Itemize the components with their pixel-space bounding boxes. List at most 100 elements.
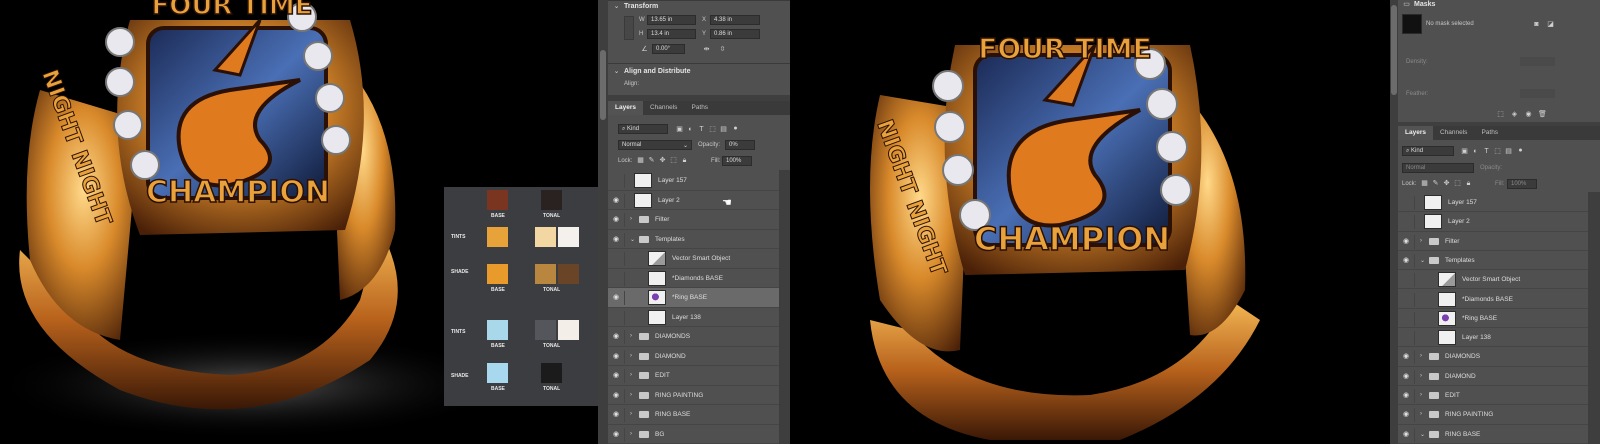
layer-row[interactable]: ◉ › DIAMOND <box>1398 367 1588 386</box>
filter-toggle-icon[interactable]: ● <box>731 124 740 133</box>
layer-row[interactable]: ◉ › Filter <box>1398 232 1588 251</box>
chevron-right-icon[interactable]: › <box>630 333 632 339</box>
apply-mask-icon[interactable]: ◈ <box>1510 110 1519 119</box>
chevron-down-icon[interactable]: ⌄ <box>612 2 621 11</box>
layer-row[interactable]: Vector Smart Object <box>608 249 779 269</box>
layer-row[interactable]: ◉ ⌄ Templates <box>1398 251 1588 271</box>
chevron-right-icon[interactable]: › <box>1420 238 1422 244</box>
layer-row[interactable]: Layer 157 <box>1398 193 1588 213</box>
visibility-toggle[interactable]: ◉ <box>1401 389 1415 403</box>
visibility-toggle[interactable]: ◉ <box>611 388 625 403</box>
visibility-toggle[interactable] <box>1401 215 1415 230</box>
mask-thumbnail[interactable] <box>1402 14 1422 34</box>
blend-mode-select-b[interactable]: Normal <box>1402 163 1474 173</box>
filter-smart-icon[interactable]: ▤ <box>719 125 728 134</box>
lock-position-icon-b[interactable]: ✥ <box>1442 179 1451 188</box>
layer-row[interactable]: Vector Smart Object <box>1398 270 1588 290</box>
fill-field-b[interactable]: 100% <box>1507 179 1537 189</box>
layers-scrollbar-b[interactable] <box>1588 192 1600 444</box>
visibility-toggle[interactable] <box>1401 196 1415 210</box>
lock-all-icon-b[interactable]: 🔒︎ <box>1464 179 1473 188</box>
layer-row[interactable]: ◉ › RING BASE <box>608 405 779 425</box>
flip-vertical-icon[interactable]: ⇳ <box>718 45 727 54</box>
eye-icon[interactable]: ◉ <box>1524 110 1533 119</box>
chevron-right-icon[interactable]: › <box>1420 411 1422 417</box>
visibility-toggle[interactable]: ◉ <box>611 291 625 305</box>
layer-row[interactable]: ◉ › EDIT <box>608 366 779 386</box>
filter-shape-icon-b[interactable]: ⬚ <box>1493 147 1502 156</box>
lock-artboard-icon-b[interactable]: ⬚ <box>1453 179 1462 188</box>
blend-mode-select[interactable]: Normal ⌄ <box>618 140 692 150</box>
layer-row[interactable]: ◉ ⌄ Templates <box>608 230 779 249</box>
visibility-toggle[interactable]: ◉ <box>611 427 625 442</box>
layer-row[interactable]: ◉ › Filter <box>608 210 779 230</box>
trash-icon[interactable]: 🗑︎ <box>1538 110 1547 119</box>
load-selection-icon[interactable]: ⬚ <box>1496 110 1505 119</box>
visibility-toggle[interactable] <box>611 271 625 286</box>
visibility-toggle[interactable]: ◉ <box>611 232 625 247</box>
visibility-toggle[interactable]: ◉ <box>1401 427 1415 442</box>
opacity-field[interactable]: 0% <box>725 140 755 150</box>
layer-row[interactable]: ◉ › DIAMONDS <box>1398 347 1588 367</box>
chevron-down-icon[interactable]: ⌄ <box>630 236 635 243</box>
layer-row[interactable]: *Ring BASE <box>1398 309 1588 329</box>
visibility-toggle[interactable]: ◉ <box>611 193 625 208</box>
layer-row[interactable]: ◉ › DIAMOND <box>608 347 779 366</box>
tab-layers-b[interactable]: Layers <box>1398 126 1433 140</box>
chevron-down-icon[interactable]: ⌄ <box>1420 431 1425 438</box>
visibility-toggle[interactable]: ◉ <box>611 408 625 422</box>
layer-row[interactable]: ◉ Layer 2 <box>608 191 779 210</box>
layer-row[interactable]: ◉ › BG <box>608 425 779 444</box>
lock-all-icon[interactable]: 🔒︎ <box>680 156 689 165</box>
chevron-right-icon[interactable]: › <box>630 431 632 437</box>
chevron-right-icon[interactable]: › <box>630 372 632 378</box>
chevron-right-icon[interactable]: › <box>630 411 632 417</box>
link-dimensions-icon[interactable] <box>624 16 634 40</box>
visibility-toggle[interactable] <box>1401 311 1415 326</box>
layer-row[interactable]: *Diamonds BASE <box>608 269 779 288</box>
left-scroll-thumb[interactable] <box>600 50 606 120</box>
tab-channels-b[interactable]: Channels <box>1433 126 1474 140</box>
filter-adjustment-icon[interactable]: ◐ <box>686 125 695 134</box>
tab-layers[interactable]: Layers <box>608 101 643 115</box>
filter-pixel-icon-b[interactable]: ▣ <box>1460 147 1469 156</box>
add-pixel-mask-icon[interactable]: ◙ <box>1532 20 1541 29</box>
visibility-toggle[interactable]: ◉ <box>1401 253 1415 268</box>
tab-paths[interactable]: Paths <box>684 101 715 115</box>
flip-horizontal-icon[interactable]: ⇹ <box>702 45 711 54</box>
layer-row[interactable]: Layer 138 <box>1398 328 1588 348</box>
layer-row[interactable]: ◉ *Ring BASE <box>608 288 779 308</box>
layer-row[interactable]: Layer 157 <box>608 171 779 191</box>
angle-field[interactable]: 0.00° <box>652 44 685 54</box>
visibility-toggle[interactable]: ◉ <box>1401 350 1415 365</box>
left-scrollbar[interactable] <box>598 0 608 444</box>
lock-image-icon[interactable]: ✎ <box>647 156 656 165</box>
filter-shape-icon[interactable]: ⬚ <box>708 125 717 134</box>
visibility-toggle[interactable]: ◉ <box>611 330 625 344</box>
visibility-toggle[interactable]: ◉ <box>1401 369 1415 384</box>
x-field[interactable]: 4.38 in <box>710 15 760 25</box>
left-scrollbar-b[interactable] <box>1390 0 1398 444</box>
layers-scrollbar[interactable] <box>779 170 790 444</box>
chevron-right-icon[interactable]: › <box>630 216 632 222</box>
lock-transparent-icon[interactable]: ▦ <box>636 156 645 165</box>
filter-smart-icon-b[interactable]: ▤ <box>1504 147 1513 156</box>
chevron-right-icon[interactable]: › <box>630 353 632 359</box>
visibility-toggle[interactable]: ◉ <box>611 213 625 227</box>
chevron-right-icon[interactable]: › <box>1420 353 1422 359</box>
visibility-toggle[interactable] <box>1401 331 1415 346</box>
visibility-toggle[interactable]: ◉ <box>1401 234 1415 249</box>
filter-adjustment-icon-b[interactable]: ◐ <box>1471 147 1480 156</box>
chevron-right-icon[interactable]: › <box>1420 392 1422 398</box>
add-vector-mask-icon[interactable]: ◪ <box>1546 20 1555 29</box>
chevron-right-icon[interactable]: › <box>1420 373 1422 379</box>
tab-channels[interactable]: Channels <box>643 101 684 115</box>
height-field[interactable]: 13.4 in <box>647 29 696 39</box>
lock-artboard-icon[interactable]: ⬚ <box>669 156 678 165</box>
visibility-toggle[interactable] <box>1401 292 1415 307</box>
layer-row[interactable]: Layer 138 <box>608 308 779 327</box>
filter-kind-select[interactable]: ⌕ Kind <box>618 124 668 134</box>
filter-toggle-icon-b[interactable]: ● <box>1516 146 1525 155</box>
visibility-toggle[interactable] <box>1401 273 1415 288</box>
chevron-down-icon[interactable]: ⌄ <box>1420 257 1425 264</box>
